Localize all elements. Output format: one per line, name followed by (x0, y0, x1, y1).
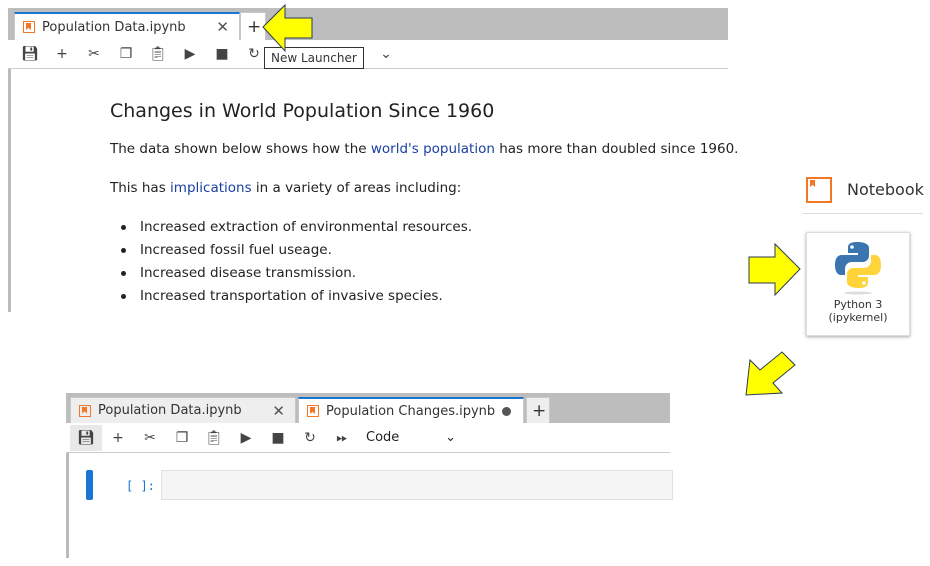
active-cell-indicator (86, 470, 93, 500)
paste-icon[interactable]: 📋︎ (142, 46, 174, 62)
cut-icon[interactable]: ✂ (134, 430, 166, 446)
paste-icon[interactable]: 📋︎ (198, 430, 230, 446)
notebook-icon (23, 21, 35, 33)
list-item: Increased disease transmission. (110, 265, 472, 281)
paragraph: The data shown below shows how the world… (110, 141, 738, 157)
new-launcher-button[interactable]: + (526, 397, 550, 423)
paragraph: This has implications in a variety of ar… (110, 180, 461, 196)
arrow-right-icon (748, 242, 801, 297)
cut-icon[interactable]: ✂ (78, 46, 110, 62)
implications-link[interactable]: implications (170, 180, 252, 196)
run-all-icon[interactable]: ⏩︎ (326, 430, 358, 446)
top-notebook-content: Changes in World Population Since 1960 T… (8, 69, 738, 312)
new-launcher-button[interactable]: + (240, 12, 266, 40)
close-icon[interactable]: ✕ (216, 18, 229, 36)
notebook-icon (307, 405, 319, 417)
text: This has (110, 180, 171, 196)
text: has more than doubled since 1960. (494, 141, 739, 157)
text: The data shown below shows how the (110, 141, 371, 157)
kernel-name: Python 3 (833, 298, 883, 311)
cell-type-select[interactable]: Code ⌄ (366, 430, 456, 445)
list-item: Increased fossil fuel useage. (110, 242, 472, 258)
python3-kernel-card[interactable]: Python 3 (ipykernel) (806, 232, 910, 336)
stop-icon[interactable]: ■ (206, 46, 238, 62)
tooltip: New Launcher (264, 47, 364, 69)
add-icon[interactable]: + (46, 46, 78, 62)
kernel-subtitle: (ipykernel) (828, 311, 888, 324)
stop-icon[interactable]: ■ (262, 430, 294, 446)
cell-type-value: Code (366, 430, 400, 445)
tab-population-changes[interactable]: Population Changes.ipynb (298, 397, 524, 423)
arrow-down-left-icon (745, 351, 796, 396)
divider (803, 213, 923, 214)
bottom-notebook-content: [ ]: (66, 453, 673, 558)
bottom-toolbar: 💾︎ + ✂ ❐ 📋︎ ▶ ■ ↻ ⏩︎ Code ⌄ (66, 423, 670, 453)
save-icon[interactable]: 💾︎ (70, 424, 102, 451)
python-logo-icon (835, 242, 881, 295)
copy-icon[interactable]: ❐ (166, 430, 198, 446)
run-icon[interactable]: ▶ (230, 430, 262, 446)
bullet-list: Increased extraction of environmental re… (110, 219, 472, 311)
page-title: Changes in World Population Since 1960 (110, 100, 495, 122)
tab-title: Population Data.ipynb (42, 19, 186, 35)
unsaved-dot-icon[interactable] (502, 406, 511, 416)
tab-population-data[interactable]: Population Data.ipynb ✕ (14, 12, 240, 40)
top-toolbar: 💾︎ + ✂ ❐ 📋︎ ▶ ■ ↻ ⌄ (8, 40, 728, 69)
save-icon[interactable]: 💾︎ (14, 46, 46, 62)
notebook-icon (79, 404, 91, 417)
restart-icon[interactable]: ↻ (294, 430, 326, 446)
world-population-link[interactable]: world's population (371, 141, 495, 157)
cell-prompt: [ ]: (126, 479, 155, 493)
run-icon[interactable]: ▶ (174, 46, 206, 62)
text: in a variety of areas including: (251, 180, 462, 196)
list-item: Increased extraction of environmental re… (110, 219, 472, 235)
tab-population-data[interactable]: Population Data.ipynb ✕ (70, 397, 296, 423)
chevron-down-icon[interactable]: ⌄ (370, 46, 402, 62)
tab-title: Population Data.ipynb (98, 403, 242, 418)
add-icon[interactable]: + (102, 430, 134, 446)
notebook-section-icon (806, 177, 832, 203)
tab-title: Population Changes.ipynb (326, 403, 496, 419)
launcher-section-title: Notebook (847, 180, 924, 199)
code-cell-input[interactable] (161, 470, 673, 500)
list-item: Increased transportation of invasive spe… (110, 288, 472, 304)
copy-icon[interactable]: ❐ (110, 46, 142, 62)
close-icon[interactable]: ✕ (272, 402, 285, 420)
chevron-down-icon: ⌄ (445, 430, 456, 445)
